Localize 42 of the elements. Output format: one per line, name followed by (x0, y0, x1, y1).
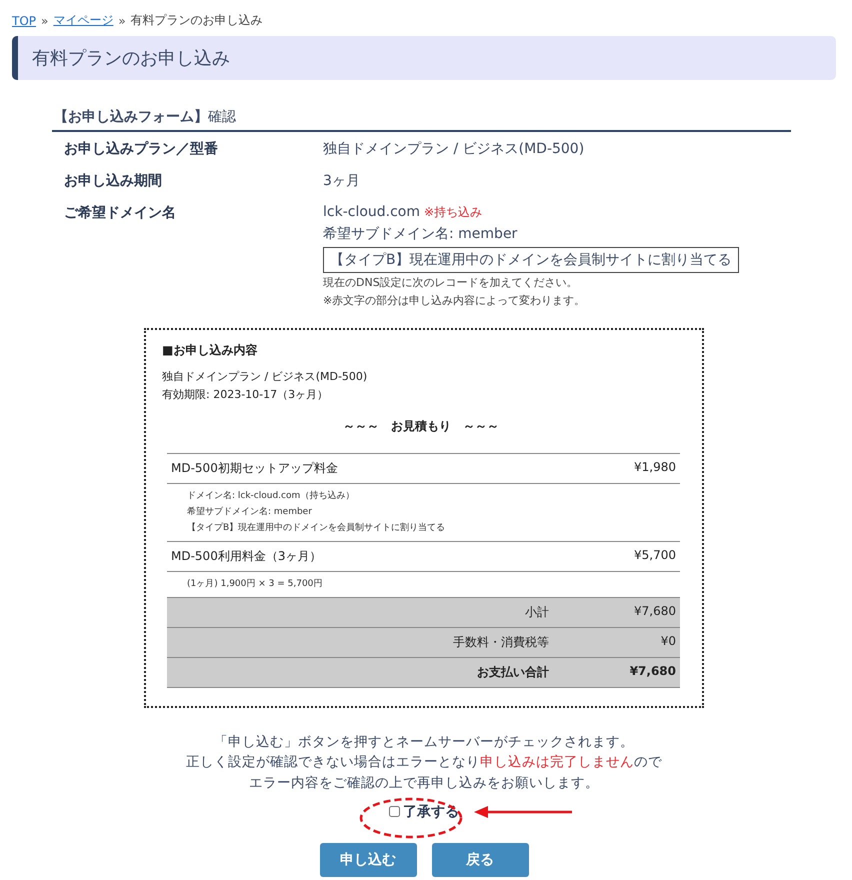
summary-amount: ¥7,680 (628, 664, 676, 680)
summary-amount: ¥0 (660, 634, 676, 650)
detail-text: ドメイン名: lck-cloud.com（持ち込み） (187, 490, 356, 502)
item-name: MD-500利用料金（3ヶ月） (171, 548, 322, 565)
submit-button[interactable]: 申し込む (320, 842, 416, 877)
section-heading: 【お申し込みフォーム】確認 (52, 108, 791, 132)
breadcrumb-link[interactable]: TOP (12, 14, 36, 28)
breadcrumb-link[interactable]: マイページ (53, 12, 114, 29)
field-value: 希望サブドメイン名: member (323, 225, 518, 243)
field-label: お申し込み期間 (64, 172, 163, 190)
summary-label: 手数料・消費税等 (452, 634, 549, 651)
consent-checkbox[interactable] (389, 806, 400, 818)
summary-amount: ¥7,680 (633, 604, 676, 620)
field-value: lck-cloud.com ※持ち込み (323, 204, 482, 221)
field-label: ご希望ドメイン名 (64, 204, 177, 223)
type-label: 【タイプB】現在運用中のドメインを会員制サイトに割り当てる (323, 247, 739, 273)
field-value: 3ヶ月 (323, 172, 360, 190)
notice-text: 正しく設定が確認できない場合はエラーとなり 申し込みは完了しませんので (185, 753, 663, 772)
breadcrumb-current: 有料プランのお申し込み (130, 12, 263, 29)
plan-text: 独自ドメインプラン / ビジネス(MD-500) (162, 369, 368, 384)
item-amount: ¥5,700 (633, 548, 676, 564)
estimate-title: ～～～ お見積もり ～～～ (342, 418, 500, 435)
item-amount: ¥1,980 (633, 460, 676, 476)
detail-text: 希望サブドメイン名: member (187, 506, 313, 518)
summary-label: 小計 (524, 604, 549, 621)
notice-text: 「申し込む」ボタンを押すとネームサーバーがチェックされます。 (213, 733, 635, 752)
field-value: 独自ドメインプラン / ビジネス(MD-500) (323, 140, 584, 158)
detail-text: 【タイプB】現在運用中のドメインを会員制サイトに割り当てる (187, 521, 446, 534)
expiry-text: 有効期限: 2023-10-17（3ヶ月） (162, 387, 330, 402)
summary-heading: ■お申し込み内容 (162, 342, 258, 359)
note-text: 現在のDNS設定に次のレコードを加えてください。 (323, 275, 579, 290)
detail-text: (1ヶ月) 1,900円 × 3 = 5,700円 (187, 578, 324, 590)
notice-text: エラー内容をご確認の上で再申し込みをお願いします。 (248, 774, 600, 792)
breadcrumb-separator: » (41, 14, 48, 28)
summary-label: お支払い合計 (476, 664, 549, 681)
breadcrumb-separator: » (118, 14, 126, 28)
field-label: お申し込みプラン／型番 (64, 140, 219, 158)
note-text: ※赤文字の部分は申し込み内容によって変わります。 (323, 293, 586, 308)
back-button[interactable]: 戻る (432, 842, 528, 877)
page-title: 有料プランのお申し込み (12, 36, 836, 80)
arrow-icon (474, 804, 574, 819)
item-name: MD-500初期セットアップ料金 (171, 460, 339, 477)
